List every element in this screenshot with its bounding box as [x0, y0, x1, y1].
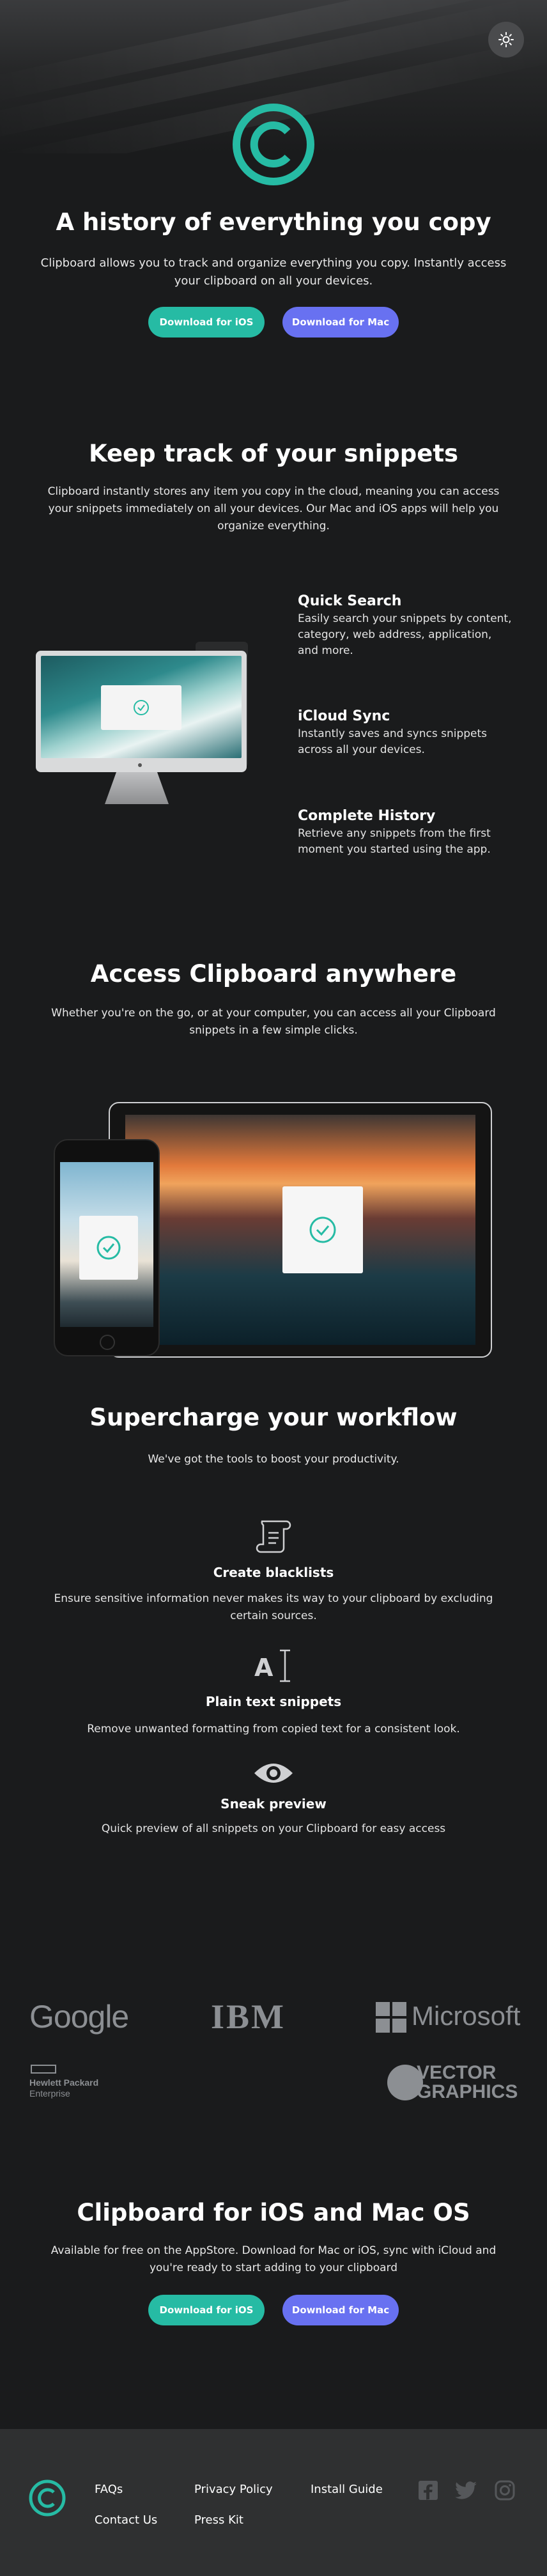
access-title: Access Clipboard anywhere	[90, 960, 457, 988]
access-description: Whether you're on the go, or at your com…	[51, 1007, 496, 1037]
snippets-description: Clipboard instantly stores any item you …	[47, 485, 500, 532]
workflow-subtitle: We've got the tools to boost your produc…	[148, 1453, 399, 1466]
vector-graphics-line1: VECTOR	[417, 2062, 497, 2083]
text-cursor-icon: A	[254, 1649, 290, 1682]
copyright-logo-icon	[233, 104, 314, 185]
tool-text-blacklists: Ensure sensitive information never makes…	[54, 1592, 493, 1622]
check-icon	[309, 1216, 336, 1243]
feature-text-complete-history: Retrieve any snippets from the first mom…	[298, 827, 491, 856]
facebook-icon[interactable]	[418, 2480, 438, 2501]
microsoft-logo-icon	[376, 2002, 406, 2033]
ibm-logo: IBM	[211, 1998, 286, 2036]
imac-illustration	[36, 642, 248, 808]
theme-toggle-button[interactable]	[488, 22, 524, 58]
workflow-title: Supercharge your workflow	[89, 1404, 458, 1431]
download-ios-button[interactable]: Download for iOS	[148, 307, 265, 338]
cta-description: Available for free on the AppStore. Down…	[50, 2244, 497, 2274]
footer-link-install-guide[interactable]: Install Guide	[311, 2483, 383, 2496]
cta-download-ios-button[interactable]: Download for iOS	[148, 2295, 265, 2325]
feature-text-icloud-sync: Instantly saves and syncs snippets acros…	[298, 727, 488, 756]
svg-text:A: A	[254, 1654, 274, 1682]
footer-logo-icon[interactable]	[28, 2479, 66, 2517]
devices-illustration	[54, 1102, 492, 1358]
hp-logo-line1: Hewlett Packard	[29, 2077, 99, 2088]
feature-title-icloud-sync: iCloud Sync	[298, 708, 390, 724]
twitter-icon[interactable]	[455, 2481, 477, 2499]
feature-text-quick-search: Easily search your snippets by content, …	[298, 612, 512, 657]
footer-link-contact[interactable]: Contact Us	[95, 2513, 157, 2527]
hp-logo-icon	[31, 2065, 56, 2074]
vector-graphics-line2: GRAPHICS	[417, 2081, 518, 2102]
blacklist-scroll-icon	[256, 1520, 291, 1553]
tool-title-blacklists: Create blacklists	[213, 1565, 334, 1580]
check-icon	[134, 700, 149, 715]
footer: FAQs Contact Us Privacy Policy Press Kit…	[0, 2429, 547, 2576]
tool-title-plain-text: Plain text snippets	[205, 1694, 342, 1709]
hero-description: Clipboard allows you to track and organi…	[40, 256, 507, 288]
footer-link-privacy[interactable]: Privacy Policy	[194, 2483, 273, 2496]
footer-link-press-kit[interactable]: Press Kit	[194, 2513, 243, 2527]
tool-text-sneak-preview: Quick preview of all snippets on your Cl…	[101, 1822, 446, 1835]
tool-title-sneak-preview: Sneak preview	[220, 1796, 327, 1812]
hero-title: A history of everything you copy	[56, 208, 491, 236]
snippets-title: Keep track of your snippets	[88, 440, 459, 467]
tool-text-plain-text: Remove unwanted formatting from copied t…	[87, 1723, 460, 1735]
cta-title: Clipboard for iOS and Mac OS	[77, 2199, 470, 2226]
hp-logo-line2: Enterprise	[29, 2088, 70, 2099]
microsoft-logo: Microsoft	[412, 2001, 521, 2031]
eye-icon	[254, 1764, 293, 1783]
sun-icon	[498, 32, 514, 47]
cta-download-mac-button[interactable]: Download for Mac	[282, 2295, 399, 2325]
feature-title-quick-search: Quick Search	[298, 593, 402, 609]
google-logo: Google	[29, 1999, 129, 2035]
feature-title-complete-history: Complete History	[298, 808, 436, 824]
download-mac-button[interactable]: Download for Mac	[282, 307, 399, 338]
check-icon	[96, 1236, 121, 1260]
footer-link-faqs[interactable]: FAQs	[95, 2483, 123, 2496]
instagram-icon[interactable]	[495, 2480, 515, 2501]
